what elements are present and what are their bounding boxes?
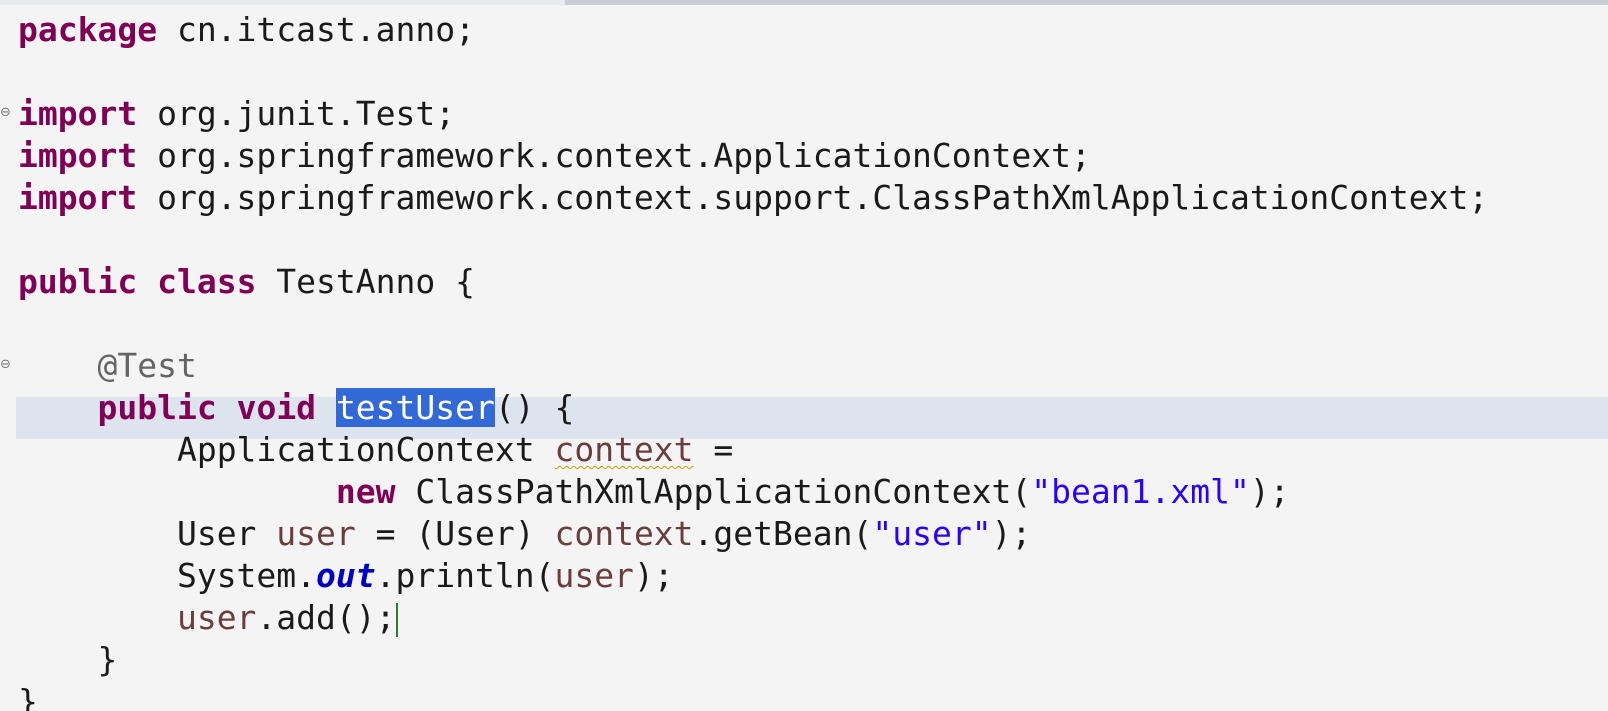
class-system: System. — [176, 556, 317, 595]
type-name: User — [176, 514, 277, 553]
variable-user: user — [276, 514, 356, 553]
import-path: org.springframework.context.ApplicationC… — [137, 136, 1091, 175]
annotation-test: @Test — [97, 346, 197, 385]
closing-brace: } — [97, 640, 118, 679]
import-path: org.junit.Test; — [137, 94, 456, 133]
keyword-void: void — [236, 388, 317, 427]
code-line-new-context[interactable]: new ClassPathXmlApplicationContext("bean… — [18, 471, 1290, 513]
code-line-class-declaration[interactable]: public class TestAnno { — [18, 261, 475, 303]
code-line-println[interactable]: System.out.println(user); — [18, 555, 674, 597]
variable-user: user — [554, 556, 634, 595]
variable-context: context — [554, 514, 694, 553]
variable-user: user — [176, 598, 257, 637]
variable-context-warning[interactable]: context — [554, 430, 693, 469]
string-literal: "user" — [872, 514, 992, 553]
statement-end: ); — [633, 556, 674, 595]
keyword-public: public — [18, 262, 138, 301]
statement-end: ); — [1249, 472, 1290, 511]
code-line-context-declaration[interactable]: ApplicationContext context = — [18, 429, 733, 471]
string-literal: "bean1.xml" — [1031, 472, 1250, 511]
keyword-class: class — [157, 262, 257, 301]
code-line-import-classpath[interactable]: import org.springframework.context.suppo… — [18, 177, 1488, 219]
keyword-new: new — [335, 472, 396, 511]
assign-operator: = — [693, 430, 734, 469]
code-line-class-close[interactable]: } — [18, 681, 38, 711]
selected-method-name[interactable]: testUser — [335, 388, 495, 427]
code-line-method-close[interactable]: } — [18, 639, 117, 681]
keyword-package: package — [18, 10, 158, 49]
constructor-call: ClassPathXmlApplicationContext( — [395, 472, 1032, 511]
statement-end: ); — [991, 514, 1032, 553]
method-call: .getBean( — [693, 514, 873, 553]
type-name: ApplicationContext — [176, 430, 555, 469]
import-path: org.springframework.context.support.Clas… — [137, 178, 1489, 217]
code-line-import-appcontext[interactable]: import org.springframework.context.Appli… — [18, 135, 1091, 177]
cast-expression: = (User) — [355, 514, 555, 553]
static-field-out: out — [316, 556, 376, 595]
collapse-minus-icon[interactable]: ⊖ — [0, 106, 11, 119]
package-name: cn.itcast.anno; — [157, 10, 475, 49]
keyword-import: import — [18, 94, 138, 133]
keyword-public: public — [97, 388, 217, 427]
method-params: () { — [494, 388, 575, 427]
collapse-minus-icon[interactable]: ⊖ — [0, 358, 11, 371]
keyword-import: import — [18, 178, 138, 217]
closing-brace: } — [18, 682, 38, 711]
class-name: TestAnno { — [256, 262, 475, 301]
code-line-get-bean[interactable]: User user = (User) context.getBean("user… — [18, 513, 1031, 555]
method-call: .add(); — [256, 598, 396, 637]
code-line-annotation[interactable]: @Test — [18, 345, 197, 387]
code-line-method-signature[interactable]: public void testUser() { — [18, 387, 574, 429]
editor-tab-strip[interactable] — [0, 0, 565, 5]
code-line-user-add[interactable]: user.add(); — [18, 597, 398, 639]
code-editor[interactable]: package cn.itcast.anno; ⊖ import org.jun… — [0, 0, 1608, 711]
code-line-package[interactable]: package cn.itcast.anno; — [18, 9, 475, 51]
code-line-import-test[interactable]: import org.junit.Test; — [18, 93, 455, 135]
text-caret — [395, 602, 398, 637]
keyword-import: import — [18, 136, 138, 175]
method-call: .println( — [375, 556, 555, 595]
